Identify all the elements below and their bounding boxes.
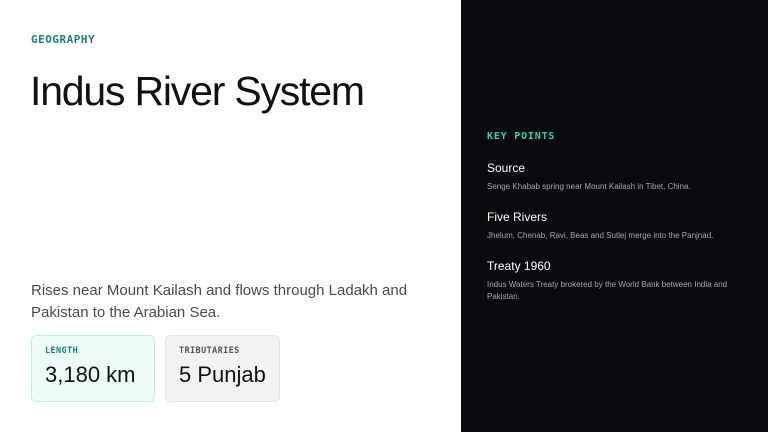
key-point-text: Indus Waters Treaty brokered by the Worl… [487, 280, 728, 301]
key-points-panel: KEY POINTS Source Senge Khabab spring ne… [461, 0, 768, 432]
key-point-title: Treaty 1960 [487, 259, 551, 273]
stat-card-length: LENGTH 3,180 km [31, 335, 155, 402]
stat-value: 5 Punjab [179, 362, 266, 387]
stat-card-tributaries: TRIBUTARIES 5 Punjab [165, 335, 280, 402]
key-point-item: Five Rivers Jhelum, Chenab, Ravi, Beas a… [487, 210, 737, 242]
key-point-text: Jhelum, Chenab, Ravi, Beas and Sutlej me… [487, 231, 714, 240]
content-panel: GEOGRAPHY Indus River System Rises near … [0, 0, 461, 432]
stat-value: 3,180 km [45, 362, 136, 387]
key-point-text: Senge Khabab spring near Mount Kailash i… [487, 182, 691, 191]
key-point-item: Treaty 1960 Indus Waters Treaty brokered… [487, 259, 737, 303]
description-text: Rises near Mount Kailash and flows throu… [31, 282, 408, 321]
key-points-heading: KEY POINTS [487, 131, 556, 142]
stat-label: LENGTH [45, 346, 79, 356]
key-point-title: Five Rivers [487, 210, 548, 224]
page-title: Indus River System [30, 68, 365, 114]
stat-label: TRIBUTARIES [179, 346, 240, 356]
key-point-item: Source Senge Khabab spring near Mount Ka… [487, 161, 737, 193]
key-point-title: Source [487, 161, 526, 175]
category-label: GEOGRAPHY [31, 33, 96, 46]
